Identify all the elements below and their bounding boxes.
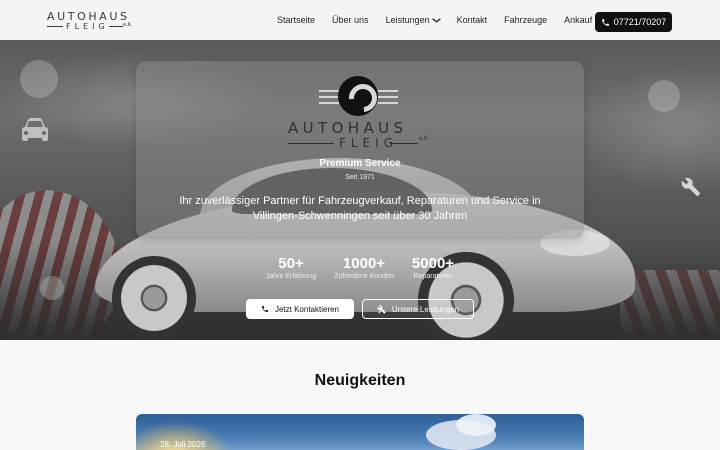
stat-label: Reparaturen [413,273,453,280]
phone-number: 07721/70207 [613,17,667,27]
contact-now-label: Jetzt Kontaktieren [274,304,340,314]
news-card[interactable]: 28. Juli 2026 [136,414,584,450]
logo-wordmark-top: AUTOHAUS [47,10,130,23]
main-nav: Startseite Über uns Leistungen Kontakt F… [277,0,609,40]
stat-label: Zufriedene Kunden [334,273,394,280]
logo-suffix: e.K. [123,22,133,28]
hero-car-wheel-rear [112,256,196,340]
chevron-down-icon [431,16,441,25]
our-services-label: Unsere Leistungen [391,304,460,314]
news-date: 28. Juli 2026 [160,440,206,449]
hero-since: Seit 1971 [345,174,375,181]
contact-now-button[interactable]: Jetzt Kontaktieren [246,299,354,319]
logo-mark [338,76,378,116]
hero-title: Premium Service [319,158,401,169]
news-image-cloud [456,414,496,436]
stat-label: Jahre Erfahrung [265,273,317,280]
phone-icon [601,18,609,26]
stat-value: 50+ [278,255,304,272]
tools-icon [681,177,701,202]
nav-link-kontakt[interactable]: Kontakt [457,15,488,25]
stat-customers: 1000+ Zufriedene Kunden [329,255,399,282]
decorative-circle [20,60,58,98]
hero-logo-wordmark-top: AUTOHAUS [288,119,408,137]
logo-wordmark-bottom: FLEIG e.K. [47,22,133,31]
header-logo[interactable]: AUTOHAUS FLEIG e.K. [47,10,133,31]
hero-description: Ihr zuverlässiger Partner für Fahrzeugve… [179,195,541,222]
stat-experience: 50+ Jahre Erfahrung [260,255,322,282]
logo-wordmark-fleig: FLEIG [66,22,109,31]
decorative-circle [40,276,64,300]
stat-value: 1000+ [342,255,386,272]
phone-button[interactable]: 07721/70207 [595,12,672,32]
nav-link-fahrzeuge[interactable]: Fahrzeuge [504,15,547,25]
nav-link-leistungen-label: Leistungen [385,15,430,25]
nav-link-startseite[interactable]: Startseite [277,15,315,25]
decorative-circle [648,80,680,112]
stat-value: 5000+ [411,255,455,272]
our-services-button[interactable]: Unsere Leistungen [362,299,474,319]
hero-logo: AUTOHAUS FLEIG e.K. [288,76,434,151]
stat-repairs: 5000+ Reparaturen [405,255,461,282]
news-heading: Neuigkeiten [314,372,406,389]
site-header: AUTOHAUS FLEIG e.K. Startseite Über uns … [0,0,720,40]
nav-link-leistungen[interactable]: Leistungen [385,15,441,25]
car-icon [20,117,50,148]
nav-link-ueber-uns[interactable]: Über uns [332,15,369,25]
hero-logo-suffix: e.K. [419,136,430,142]
phone-icon [261,306,268,312]
tools-icon [377,304,386,314]
nav-link-ankauf[interactable]: Ankauf [564,15,592,25]
